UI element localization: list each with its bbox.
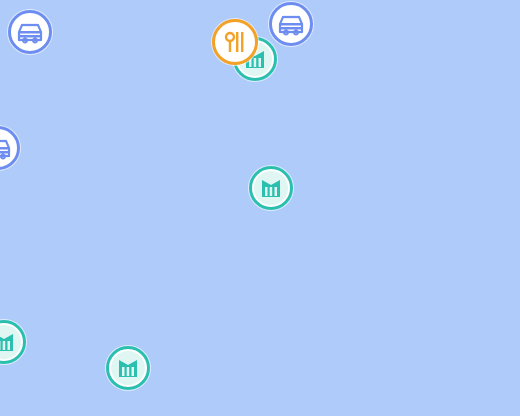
building-marker-2[interactable] [249,166,293,210]
transit-marker-1[interactable] [8,10,52,54]
building-marker-4[interactable] [106,346,150,390]
restaurant-marker-1[interactable] [212,19,258,65]
transit-marker-2[interactable] [269,2,313,46]
car-icon [278,15,304,36]
fork-knife-icon [224,31,244,52]
map-canvas[interactable] [0,0,520,416]
building-icon [0,334,13,351]
building-marker-3[interactable] [0,320,26,364]
building-icon [119,360,137,377]
car-icon [0,139,11,160]
car-icon [17,23,43,44]
transit-marker-3[interactable] [0,126,20,170]
building-icon [262,180,280,197]
